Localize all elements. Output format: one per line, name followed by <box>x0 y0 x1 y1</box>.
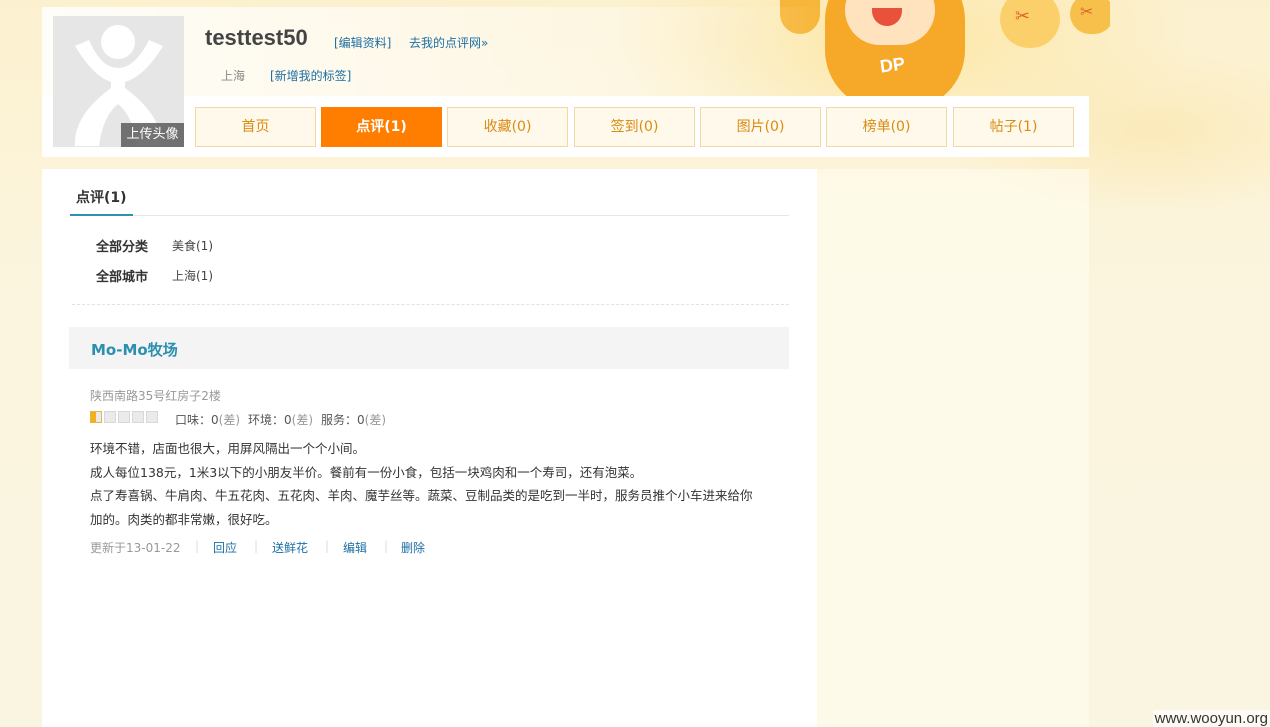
star-icon <box>146 411 158 423</box>
user-city: 上海 <box>221 69 246 83</box>
environment-score: 环境：0(差) <box>248 411 313 428</box>
taste-note: (差) <box>218 413 241 427</box>
tab-home[interactable]: 首页 <box>195 107 316 147</box>
reply-link[interactable]: 回应 <box>213 539 237 556</box>
category-filter-label: 全部分类 <box>96 240 149 255</box>
tab-lists[interactable]: 榜单(0) <box>826 107 947 147</box>
env-label: 环境： <box>248 413 285 427</box>
subtab-bar: 点评(1) <box>70 187 789 216</box>
profile-header: 上传头像 testtest50 [编辑资料] 去我的点评网» 上海 [新增我的标… <box>42 7 1089 157</box>
separator: | <box>325 539 330 553</box>
username: testtest50 <box>205 25 308 50</box>
review-updated-date: 更新于13-01-22 <box>90 541 181 555</box>
star-icon <box>104 411 116 423</box>
service-label: 服务： <box>321 413 358 427</box>
tab-reviews[interactable]: 点评(1) <box>321 107 442 147</box>
tab-favorites[interactable]: 收藏(0) <box>447 107 568 147</box>
review-line: 加的。肉类的都非常嫩，很好吃。 <box>90 511 278 527</box>
separator: | <box>384 539 389 553</box>
delete-review-link[interactable]: 删除 <box>401 539 425 556</box>
city-filter-value[interactable]: 上海(1) <box>172 267 213 284</box>
separator: | <box>195 539 200 553</box>
divider <box>72 304 789 305</box>
star-icon <box>90 411 102 423</box>
review-line: 点了寿喜锅、牛肩肉、牛五花肉、五花肉、羊肉、魔芋丝等。蔬菜、豆制品类的是吃到一半… <box>90 488 753 503</box>
service-note: (差) <box>364 413 387 427</box>
edit-profile-link[interactable]: [编辑资料] <box>334 34 391 51</box>
main-content: 点评(1) 全部分类 美食(1) 全部城市 上海(1) Mo-Mo牧场 陕西南路… <box>42 169 817 727</box>
review-line: 环境不错，店面也很大，用屏风隔出一个个小间。 <box>90 441 366 456</box>
go-to-dianping-link[interactable]: 去我的点评网» <box>409 34 488 51</box>
tab-checkins[interactable]: 签到(0) <box>574 107 695 147</box>
taste-value: 0 <box>211 413 219 427</box>
review-body: 环境不错，店面也很大，用屏风隔出一个个小间。 成人每位138元，1米3以下的小朋… <box>90 437 790 531</box>
tab-posts[interactable]: 帖子(1) <box>953 107 1074 147</box>
edit-review-link[interactable]: 编辑 <box>343 539 367 556</box>
send-flower-link[interactable]: 送鲜花 <box>272 539 308 556</box>
watermark: www.wooyun.org <box>1152 710 1270 727</box>
sidebar <box>817 169 1089 727</box>
review-line: 成人每位138元，1米3以下的小朋友半价。餐前有一份小食，包括一块鸡肉和一个寿司… <box>90 464 643 480</box>
service-value: 0 <box>357 413 365 427</box>
taste-label: 口味： <box>175 413 212 427</box>
separator: | <box>254 539 259 553</box>
rating-stars <box>90 411 162 423</box>
env-note: (差) <box>291 413 314 427</box>
review-shop-bar: Mo-Mo牧场 <box>69 327 789 369</box>
subtab-reviews[interactable]: 点评(1) <box>70 187 133 216</box>
service-score: 服务：0(差) <box>321 411 386 428</box>
avatar[interactable]: 上传头像 <box>53 16 184 147</box>
star-icon <box>118 411 130 423</box>
taste-score: 口味：0(差) <box>175 411 240 428</box>
shop-address: 陕西南路35号红房子2楼 <box>90 389 221 403</box>
env-value: 0 <box>284 413 292 427</box>
tab-photos[interactable]: 图片(0) <box>700 107 821 147</box>
upload-avatar-button[interactable]: 上传头像 <box>121 123 184 147</box>
shop-name-link[interactable]: Mo-Mo牧场 <box>91 339 178 360</box>
category-filter-value[interactable]: 美食(1) <box>172 237 213 254</box>
star-icon <box>132 411 144 423</box>
city-filter-label: 全部城市 <box>96 270 149 285</box>
add-tag-link[interactable]: [新增我的标签] <box>270 67 351 84</box>
